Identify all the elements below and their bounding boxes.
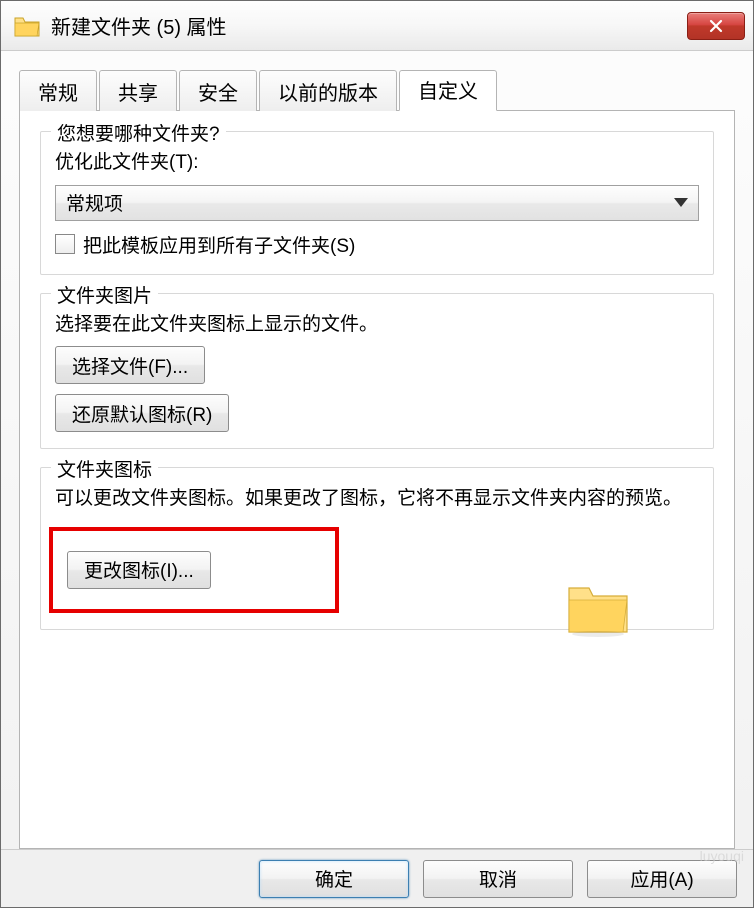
properties-dialog: 新建文件夹 (5) 属性 常规 共享 安全 以前的版本 自定义 您想要哪种文件夹…: [0, 0, 754, 908]
tab-customize[interactable]: 自定义: [399, 70, 497, 111]
apply-subfolders-label: 把此模板应用到所有子文件夹(S): [83, 231, 355, 258]
choose-file-button[interactable]: 选择文件(F)...: [55, 346, 205, 384]
optimize-select-value: 常规项: [66, 189, 123, 216]
optimize-select[interactable]: 常规项: [55, 185, 699, 221]
folder-icon-preview: [563, 578, 633, 643]
titlebar: 新建文件夹 (5) 属性: [1, 1, 753, 51]
group-folder-picture: 文件夹图片 选择要在此文件夹图标上显示的文件。 选择文件(F)... 还原默认图…: [40, 293, 714, 450]
folder-icon: [13, 14, 41, 38]
content-area: 常规 共享 安全 以前的版本 自定义 您想要哪种文件夹? 优化此文件夹(T): …: [1, 51, 753, 849]
close-button[interactable]: [687, 12, 745, 40]
group-folder-icon-title: 文件夹图标: [51, 455, 158, 482]
apply-button[interactable]: 应用(A): [587, 860, 737, 898]
change-icon-button[interactable]: 更改图标(I)...: [67, 551, 211, 589]
ok-button[interactable]: 确定: [259, 860, 409, 898]
folder-icon: [563, 578, 633, 638]
tabpanel-customize: 您想要哪种文件夹? 优化此文件夹(T): 常规项 把此模板应用到所有子文件夹(S…: [19, 111, 735, 849]
tab-sharing[interactable]: 共享: [99, 70, 177, 111]
close-icon: [708, 19, 724, 33]
watermark: luyouqi: [700, 848, 744, 864]
group-folder-type: 您想要哪种文件夹? 优化此文件夹(T): 常规项 把此模板应用到所有子文件夹(S…: [40, 131, 714, 275]
dialog-button-bar: 确定 取消 应用(A): [1, 849, 753, 907]
apply-subfolders-row: 把此模板应用到所有子文件夹(S): [55, 231, 699, 258]
group-folder-icon: 文件夹图标 可以更改文件夹图标。如果更改了图标，它将不再显示文件夹内容的预览。 …: [40, 467, 714, 630]
chevron-down-icon: [674, 198, 688, 207]
folder-icon-desc: 可以更改文件夹图标。如果更改了图标，它将不再显示文件夹内容的预览。: [55, 486, 699, 513]
window-title: 新建文件夹 (5) 属性: [51, 11, 687, 40]
apply-subfolders-checkbox[interactable]: [55, 234, 75, 254]
tab-previous-versions[interactable]: 以前的版本: [259, 70, 397, 111]
optimize-label: 优化此文件夹(T):: [55, 150, 699, 177]
cancel-button[interactable]: 取消: [423, 860, 573, 898]
restore-default-button[interactable]: 还原默认图标(R): [55, 394, 229, 432]
group-folder-picture-title: 文件夹图片: [51, 281, 158, 308]
folder-picture-desc: 选择要在此文件夹图标上显示的文件。: [55, 312, 699, 339]
group-folder-type-title: 您想要哪种文件夹?: [51, 119, 226, 146]
highlight-annotation: 更改图标(I)...: [49, 527, 339, 613]
tab-security[interactable]: 安全: [179, 70, 257, 111]
tab-general[interactable]: 常规: [19, 70, 97, 111]
tabstrip: 常规 共享 安全 以前的版本 自定义: [19, 69, 735, 111]
